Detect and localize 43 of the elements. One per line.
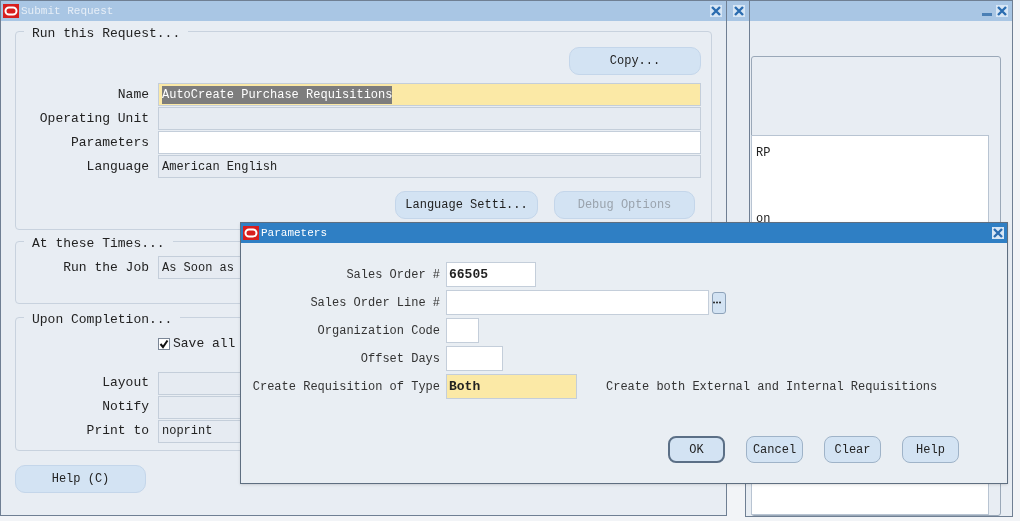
field-label: Run the Job [62, 258, 150, 277]
field-label: Create Requisition of Type [251, 378, 441, 396]
field-label: Sales Order # [345, 266, 441, 284]
field-label: Parameters [70, 133, 150, 152]
field-description: Create both External and Internal Requisitions [606, 378, 938, 396]
input-field[interactable] [446, 346, 503, 371]
dialog-button[interactable]: Help [902, 436, 959, 463]
field-label: Notify [101, 398, 150, 417]
language-settings-button[interactable]: Language Setti... [395, 191, 538, 219]
field-label: Sales Order Line # [309, 294, 441, 312]
input-field[interactable]: American English [158, 155, 701, 178]
field-label: Layout [101, 374, 150, 393]
field-label: Organization Code [316, 322, 441, 340]
help-button[interactable]: Help (C) [15, 465, 146, 493]
dialog-title: Parameters [261, 225, 328, 241]
field-label: Operating Unit [38, 109, 150, 128]
close-icon[interactable] [710, 5, 722, 17]
close-icon[interactable] [992, 227, 1004, 239]
dialog-button[interactable]: Cancel [746, 436, 803, 463]
dialog-button[interactable]: Clear [824, 436, 881, 463]
copy-button[interactable]: Copy... [569, 47, 701, 75]
checkbox[interactable] [158, 337, 170, 350]
input-field[interactable] [446, 290, 709, 315]
field-label: Language [85, 157, 150, 176]
window-title: Submit Request [21, 3, 115, 19]
input-field[interactable]: 66505 [446, 262, 536, 287]
input-field[interactable]: Both [446, 374, 577, 399]
field-label: Offset Days [359, 350, 441, 368]
ellipsis-button[interactable] [712, 291, 726, 314]
input-field[interactable] [158, 107, 701, 130]
dialog-button[interactable]: OK [668, 436, 725, 463]
input-field[interactable]: AutoCreate Purchase Requisitions [158, 83, 701, 106]
close-icon[interactable] [733, 5, 745, 17]
oracle-logo-icon [243, 226, 259, 240]
close-icon[interactable] [996, 5, 1008, 17]
field-label: Name [116, 85, 150, 104]
oracle-logo-icon [3, 4, 19, 18]
field-label: Print to [85, 422, 150, 441]
checkbox-label: Save all [173, 335, 236, 353]
ellipsis-icon [713, 301, 721, 304]
input-field[interactable] [446, 318, 479, 343]
list-item[interactable]: RP [756, 144, 988, 162]
input-field[interactable] [158, 131, 701, 154]
